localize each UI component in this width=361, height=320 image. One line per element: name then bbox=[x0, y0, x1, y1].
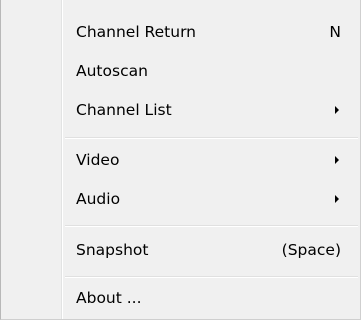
menu-item-audio[interactable]: Audio bbox=[75, 184, 360, 214]
menu-item-channel-return[interactable]: Channel Return N bbox=[75, 17, 360, 47]
menu-item-label: Channel List bbox=[76, 101, 172, 119]
menu-item-channel-list[interactable]: Channel List bbox=[75, 95, 360, 125]
chevron-right-icon bbox=[335, 156, 339, 164]
menu-item-autoscan[interactable]: Autoscan bbox=[75, 56, 360, 86]
menu-separator bbox=[65, 276, 358, 278]
chevron-right-icon bbox=[335, 195, 339, 203]
menu-separator bbox=[65, 137, 358, 139]
shortcut-label: (Space) bbox=[281, 241, 341, 259]
menu-item-label: Snapshot bbox=[76, 241, 149, 259]
menu-item-label: About ... bbox=[76, 289, 142, 307]
menu-icon-gutter bbox=[1, 0, 62, 319]
menu-item-snapshot[interactable]: Snapshot (Space) bbox=[75, 235, 360, 265]
menu-item-about[interactable]: About ... bbox=[75, 283, 360, 313]
menu-separator bbox=[65, 225, 358, 227]
menu-item-video[interactable]: Video bbox=[75, 145, 360, 175]
shortcut-label: N bbox=[329, 23, 341, 41]
menu-item-label: Autoscan bbox=[76, 62, 148, 80]
chevron-right-icon bbox=[335, 106, 339, 114]
context-menu: Channel Return N Autoscan Channel List V… bbox=[0, 0, 361, 320]
menu-item-label: Channel Return bbox=[76, 23, 196, 41]
menu-item-label: Video bbox=[76, 151, 120, 169]
menu-item-label: Audio bbox=[76, 190, 121, 208]
